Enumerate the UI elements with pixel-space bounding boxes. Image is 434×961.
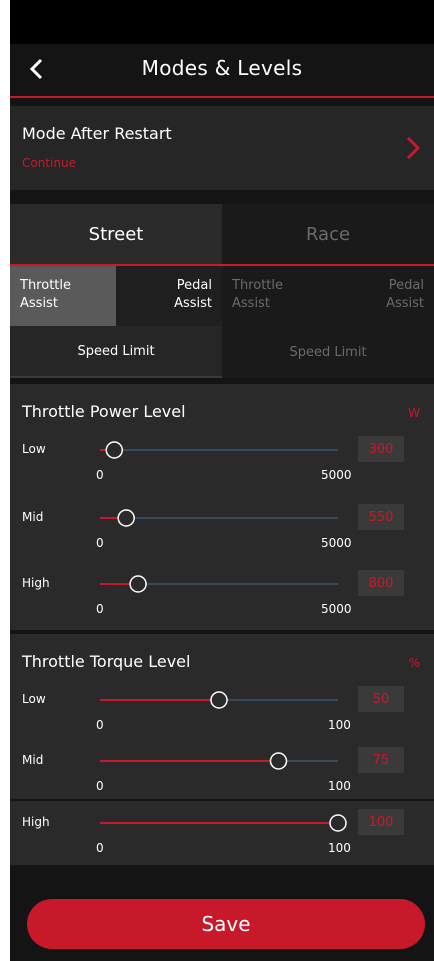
power-high-value[interactable]: 800 (358, 570, 404, 596)
tab-street-pedal-assist[interactable]: Pedal Assist (116, 266, 222, 326)
slider-thumb[interactable] (269, 752, 288, 770)
torque-mid-slider[interactable] (90, 749, 348, 773)
row-label: Mid (22, 510, 44, 524)
page-title: Modes & Levels (141, 56, 303, 80)
max-label: 5000 (321, 602, 352, 616)
max-label: 100 (328, 779, 351, 793)
header: Modes & Levels (10, 44, 434, 98)
mode-after-restart-value: Continue (22, 156, 76, 170)
tab-label-line2: Assist (232, 296, 270, 311)
power-mid-value[interactable]: 550 (358, 504, 404, 530)
tab-street[interactable]: Street (10, 204, 222, 264)
power-row-high: High 0 5000 800 (10, 562, 434, 622)
mode-after-restart-label: Mode After Restart (22, 124, 172, 143)
tab-race-speed-limit[interactable]: Speed Limit (222, 326, 434, 378)
slider-thumb[interactable] (329, 814, 347, 832)
tab-label-line1: Pedal (176, 278, 212, 293)
max-label: 5000 (321, 468, 352, 482)
max-label: 100 (328, 841, 351, 855)
power-high-slider[interactable] (90, 572, 348, 596)
tab-race[interactable]: Race (222, 204, 434, 264)
tab-street-speed-limit[interactable]: Speed Limit (10, 326, 222, 378)
tab-label-line1: Throttle (232, 278, 283, 293)
power-low-slider[interactable] (90, 438, 348, 462)
save-button[interactable]: Save (27, 899, 425, 949)
throttle-power-panel: Throttle Power Level W Low 0 5000 300 Mi… (10, 384, 434, 630)
mode-tabs: Street Race (10, 204, 434, 264)
tab-street-throttle-assist[interactable]: Throttle Assist (10, 266, 116, 326)
row-label: High (22, 576, 50, 590)
torque-row-low: Low 0 100 50 (10, 678, 434, 738)
tab-label-line2: Assist (20, 296, 58, 311)
torque-high-value[interactable]: 100 (358, 809, 404, 835)
unit-label: W (408, 406, 420, 420)
save-bar: Mid 0 100 75 High 0 100 100 Save (10, 747, 434, 961)
power-low-value[interactable]: 300 (358, 436, 404, 462)
app-screen: Modes & Levels Mode After Restart Contin… (10, 0, 434, 961)
slider-thumb[interactable] (105, 441, 124, 459)
mode-after-restart-row[interactable]: Mode After Restart Continue (10, 106, 434, 190)
power-mid-slider[interactable] (90, 506, 348, 530)
tab-race-throttle-assist[interactable]: Throttle Assist (222, 266, 328, 326)
power-row-low: Low 0 5000 300 (10, 428, 434, 488)
slider-thumb[interactable] (117, 509, 135, 527)
chevron-right-icon (406, 136, 420, 160)
min-label: 0 (96, 841, 104, 855)
min-label: 0 (96, 779, 104, 793)
slider-thumb[interactable] (129, 575, 147, 593)
panel-title: Throttle Power Level (22, 402, 186, 421)
tab-label-line1: Pedal (388, 278, 424, 293)
row-label: Mid (22, 753, 44, 767)
torque-mid-value[interactable]: 75 (358, 747, 404, 773)
status-bar (10, 0, 434, 44)
min-label: 0 (96, 468, 104, 482)
speed-limit-tabs: Speed Limit Speed Limit (10, 326, 434, 378)
torque-low-value[interactable]: 50 (358, 686, 404, 712)
min-label: 0 (96, 602, 104, 616)
tab-race-pedal-assist[interactable]: Pedal Assist (328, 266, 434, 326)
tab-label-line2: Assist (174, 296, 212, 311)
torque-row-high: High 0 100 100 (10, 801, 434, 865)
tab-label-line1: Throttle (20, 278, 71, 293)
panel-title: Throttle Torque Level (22, 652, 191, 671)
torque-row-mid: Mid 0 100 75 (10, 739, 434, 799)
min-label: 0 (96, 718, 104, 732)
assist-tabs: Throttle Assist Pedal Assist Throttle As… (10, 264, 434, 326)
unit-label: % (408, 656, 420, 670)
min-label: 0 (96, 536, 104, 550)
row-label: Low (22, 692, 46, 706)
row-label: Low (22, 442, 46, 456)
torque-low-slider[interactable] (90, 688, 348, 712)
power-row-mid: Mid 0 5000 550 (10, 496, 434, 556)
tab-label-line2: Assist (386, 296, 424, 311)
max-label: 5000 (321, 536, 352, 550)
row-label: High (22, 815, 50, 829)
max-label: 100 (328, 718, 351, 732)
torque-high-slider[interactable] (90, 811, 348, 835)
slider-thumb[interactable] (210, 691, 228, 709)
